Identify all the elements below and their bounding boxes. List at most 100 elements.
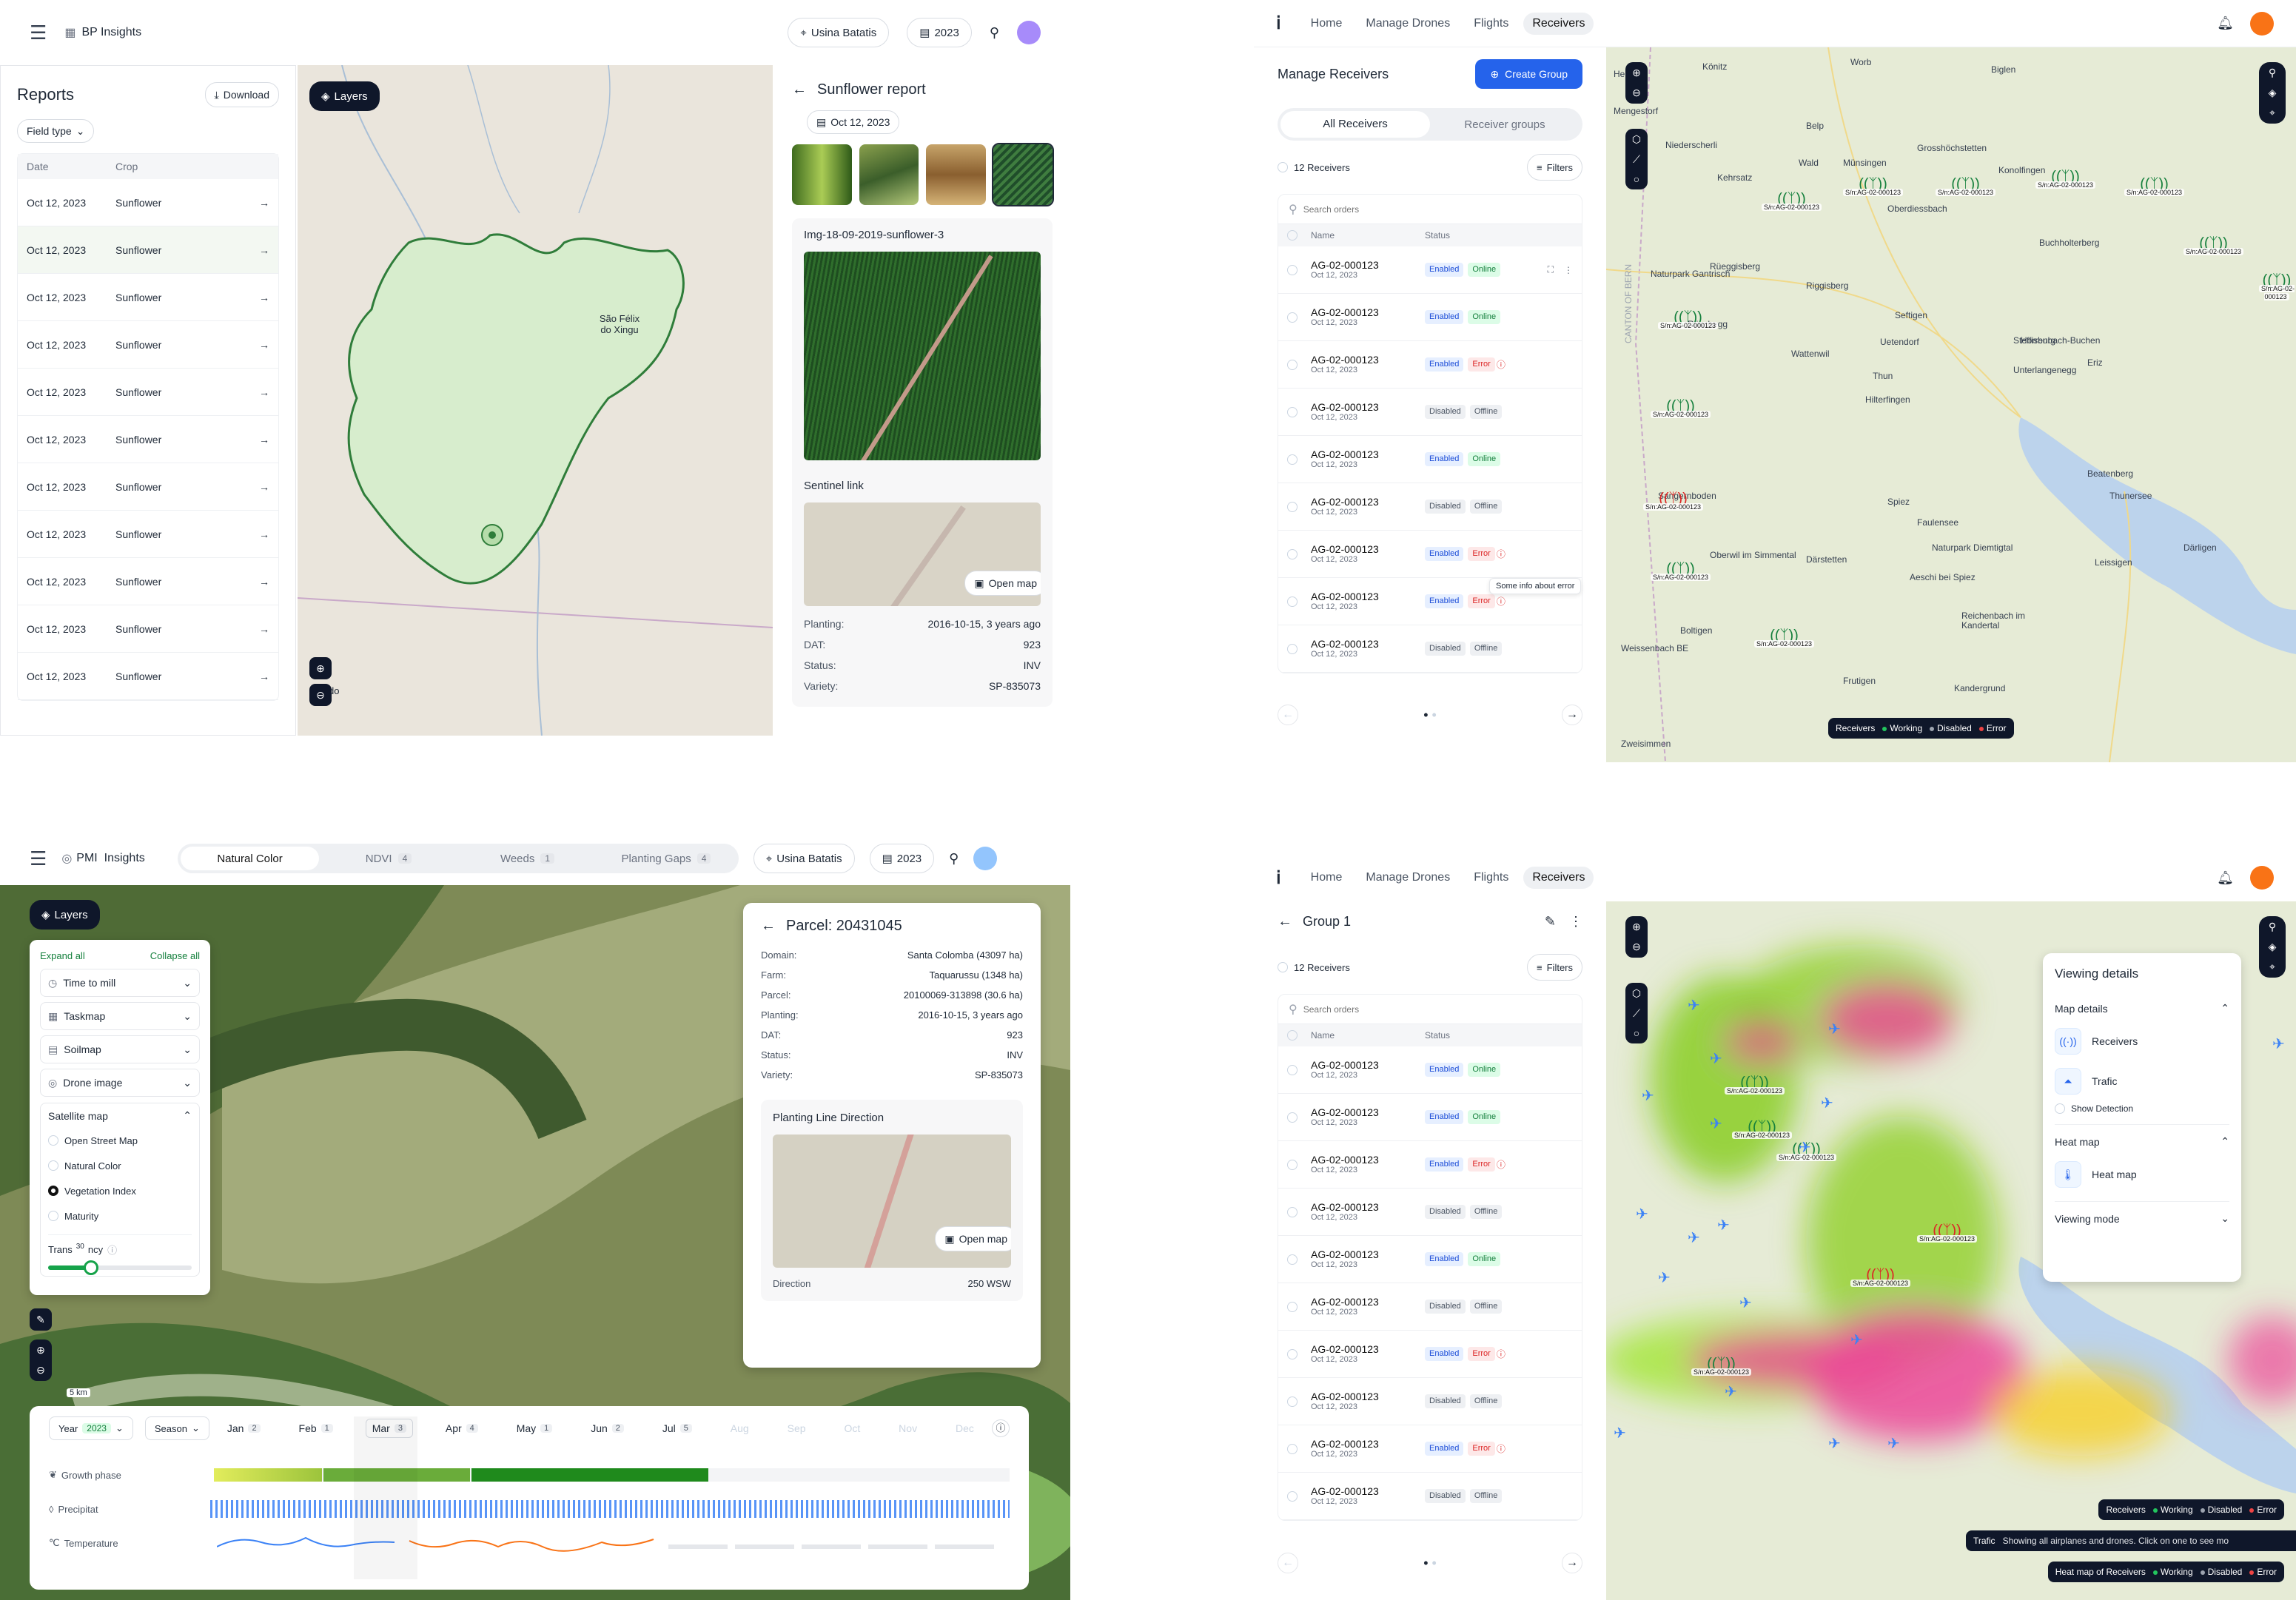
airplane-icon[interactable]: ✈ (1821, 1094, 1833, 1112)
error-info-icon[interactable]: ⓘ (1497, 1348, 1506, 1360)
location-select[interactable]: ⌖ Usina Batatis (788, 18, 890, 47)
row-checkbox[interactable] (1287, 548, 1298, 559)
row-checkbox[interactable] (1287, 1396, 1298, 1407)
tab-weeds[interactable]: Weeds 1 (458, 847, 597, 870)
table-row[interactable]: Oct 12, 2023 Sunflower → (18, 369, 278, 416)
error-info-icon[interactable]: ⓘ (1497, 595, 1506, 608)
airplane-icon[interactable]: ✈ (1636, 1205, 1648, 1223)
airplane-icon[interactable]: ✈ (1725, 1382, 1737, 1401)
airplane-icon[interactable]: ✈ (1850, 1331, 1863, 1349)
month-oct[interactable]: Oct (838, 1419, 866, 1437)
row-checkbox[interactable] (1287, 312, 1298, 323)
circle-icon[interactable]: ○ (1634, 173, 1639, 185)
layers-button[interactable]: ◈ Layers (309, 81, 380, 111)
avatar[interactable] (2250, 11, 2274, 36)
satellite-option[interactable]: Open Street Map (48, 1128, 192, 1153)
arrow-right-icon[interactable]: → (259, 244, 269, 256)
table-row[interactable]: Oct 12, 2023 Sunflower → (18, 416, 278, 463)
arrow-right-icon[interactable]: → (259, 528, 269, 540)
search-icon[interactable]: ⚲ (2269, 67, 2276, 79)
nav-flights[interactable]: Flights (1465, 867, 1517, 889)
layer-item[interactable]: ◎ Drone image ⌄ (40, 1069, 200, 1097)
layer-item[interactable]: ▤ Soilmap ⌄ (40, 1035, 200, 1063)
nav-manage-drones[interactable]: Manage Drones (1357, 13, 1459, 35)
row-checkbox[interactable] (1287, 406, 1298, 417)
month-jul[interactable]: Jul 5 (657, 1419, 698, 1437)
table-row[interactable]: Oct 12, 2023 Sunflower → (18, 605, 278, 653)
season-dropdown[interactable]: Season ⌄ (144, 1416, 209, 1440)
row-checkbox[interactable] (1287, 1206, 1298, 1217)
airplane-icon[interactable]: ✈ (1642, 1086, 1654, 1105)
airplane-icon[interactable]: ✈ (1614, 1424, 1626, 1442)
airplane-icon[interactable]: ✈ (1688, 1228, 1700, 1247)
menu-icon[interactable]: ☰ (30, 21, 47, 44)
report-date[interactable]: ▤ Oct 12, 2023 (807, 110, 900, 134)
table-row[interactable]: AG-02-000123 Oct 12, 2023 Enabled Error ⓘ (1278, 1425, 1582, 1473)
filters-button[interactable]: ≡ Filters (1527, 154, 1582, 181)
row-checkbox[interactable] (1287, 1348, 1298, 1359)
row-checkbox[interactable] (1287, 1443, 1298, 1454)
satellite-option[interactable]: Vegetation Index (48, 1178, 192, 1203)
filters-button[interactable]: ≡ Filters (1527, 954, 1582, 981)
back-arrow-icon[interactable]: ← (761, 918, 776, 935)
zoom-in-icon[interactable]: ⊕ (309, 657, 332, 679)
more-icon[interactable]: ⋮ (1569, 914, 1582, 930)
table-row[interactable]: Oct 12, 2023 Sunflower → (18, 463, 278, 511)
nav-manage-drones[interactable]: Manage Drones (1357, 867, 1459, 889)
zoom-out-icon[interactable]: ⊖ (309, 684, 332, 706)
row-checkbox[interactable] (1287, 1159, 1298, 1170)
circle-icon[interactable]: ○ (1634, 1027, 1639, 1039)
nav-flights[interactable]: Flights (1465, 13, 1517, 35)
month-sep[interactable]: Sep (782, 1419, 812, 1437)
table-row[interactable]: Oct 12, 2023 Sunflower → (18, 511, 278, 558)
error-info-icon[interactable]: ⓘ (1497, 548, 1506, 560)
table-row[interactable]: AG-02-000123 Oct 12, 2023 Enabled Online (1278, 1046, 1582, 1094)
receiver-marker[interactable]: ((ᛉ)) S/n:AG-02-000123 (1732, 1120, 1793, 1140)
airplane-icon[interactable]: ✈ (1717, 1216, 1730, 1234)
receiver-marker[interactable]: ((ᛉ)) S/n:AG-02-000123 (1658, 310, 1719, 330)
table-row[interactable]: AG-02-000123 Oct 12, 2023 Disabled Offline (1278, 1189, 1582, 1236)
month-jan[interactable]: Jan 2 (221, 1419, 266, 1437)
next-page-icon[interactable]: → (1562, 1553, 1582, 1573)
info-icon[interactable]: ⓘ (992, 1419, 1010, 1437)
field-type-filter[interactable]: Field type ⌄ (17, 119, 95, 143)
month-feb[interactable]: Feb 1 (293, 1419, 339, 1437)
select-all-checkbox[interactable] (1278, 962, 1288, 972)
layers-icon[interactable]: ◈ (2269, 941, 2277, 953)
table-row[interactable]: AG-02-000123 Oct 12, 2023 Disabled Offline (1278, 389, 1582, 436)
radio-button[interactable] (48, 1211, 58, 1221)
tab-receiver-groups[interactable]: Receiver groups (1430, 118, 1580, 131)
layer-item[interactable]: ◷ Time to mill ⌄ (40, 969, 200, 997)
row-checkbox[interactable] (1287, 1254, 1298, 1265)
error-info-icon[interactable]: ⓘ (1497, 1158, 1506, 1171)
year-dropdown[interactable]: Year 2023 ⌄ (49, 1416, 133, 1440)
expand-icon[interactable]: ⛶ (1548, 264, 1554, 275)
receiver-marker[interactable]: ((ᛉ)) S/n:AG-02-000123 (1643, 491, 1704, 511)
airplane-icon[interactable]: ✈ (1887, 1434, 1900, 1453)
tab-planting-gaps[interactable]: Planting Gaps 4 (597, 847, 736, 870)
avatar[interactable] (1017, 21, 1041, 44)
receiver-marker[interactable]: ((ᛉ)) S/n:AG-02-000123 (1936, 177, 1996, 197)
nav-receivers[interactable]: Receivers (1523, 12, 1594, 35)
table-row[interactable]: AG-02-000123 Oct 12, 2023 Enabled Online (1278, 436, 1582, 483)
zoom-in-icon[interactable]: ⊕ (36, 1344, 45, 1357)
month-apr[interactable]: Apr 4 (440, 1419, 484, 1437)
tab-all-receivers[interactable]: All Receivers (1280, 111, 1430, 138)
table-row[interactable]: AG-02-000123 Oct 12, 2023 Disabled Offline (1278, 483, 1582, 531)
table-row[interactable]: Oct 12, 2023 Sunflower → (18, 179, 278, 226)
table-row[interactable]: AG-02-000123 Oct 12, 2023 Enabled Error ⓘ (1278, 1141, 1582, 1189)
field-image[interactable] (804, 252, 1041, 460)
table-row[interactable]: AG-02-000123 Oct 12, 2023 Enabled Error ⓘ (1278, 531, 1582, 578)
month-aug[interactable]: Aug (725, 1419, 755, 1437)
receiver-marker[interactable]: ((ᛉ)) S/n:AG-02-000123 (1651, 562, 1711, 582)
arrow-right-icon[interactable]: → (259, 197, 269, 209)
nav-receivers[interactable]: Receivers (1523, 867, 1594, 889)
slider-handle[interactable] (84, 1260, 99, 1275)
receiver-marker[interactable]: ((ᛉ)) S/n:AG-02-000123 (1843, 177, 1904, 197)
thumbnail[interactable] (991, 143, 1054, 206)
back-arrow-icon[interactable]: ← (792, 81, 807, 98)
month-jun[interactable]: Jun 2 (585, 1419, 630, 1437)
tab-ndvi[interactable]: NDVI 4 (319, 847, 458, 870)
receiver-marker[interactable]: ((ᛉ)) S/n:AG-02-000123 (1762, 192, 1822, 212)
tab-natural-color[interactable]: Natural Color (180, 847, 320, 870)
